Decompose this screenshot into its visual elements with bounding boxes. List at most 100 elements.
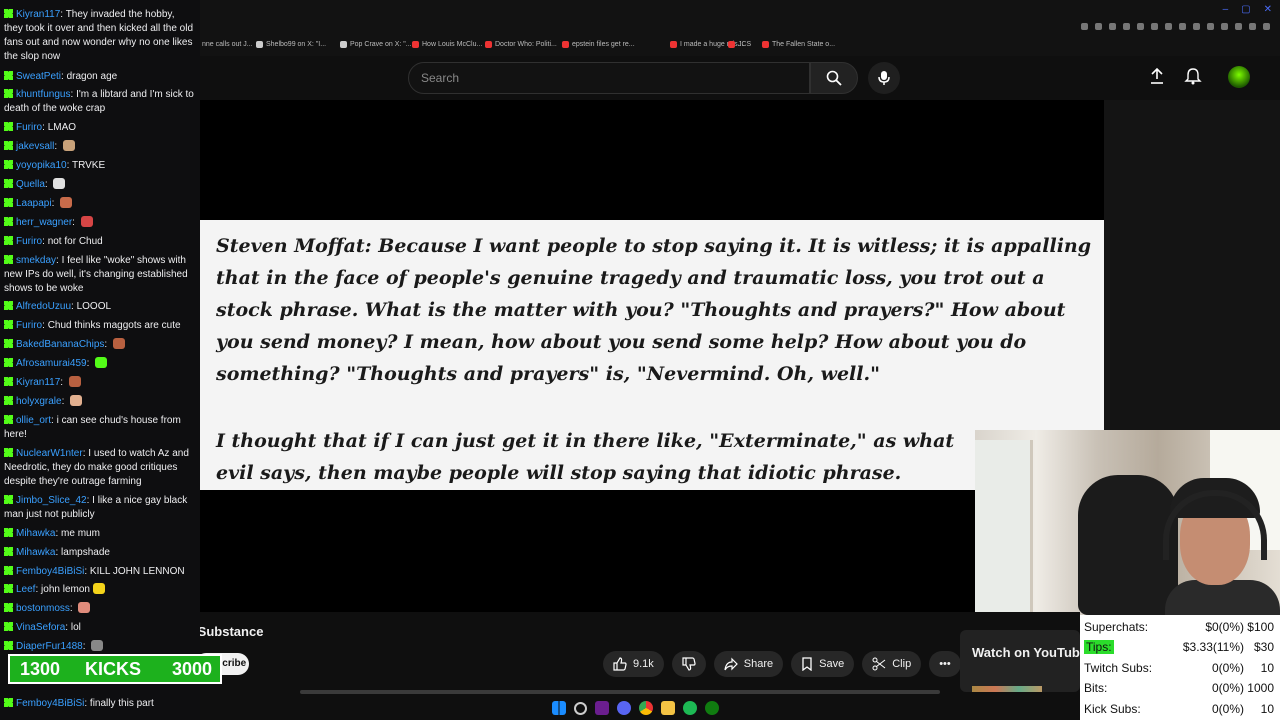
bookmark-item[interactable]: nne calls out J...	[192, 41, 253, 48]
save-button[interactable]: Save	[791, 651, 855, 677]
goal-target: 10	[1260, 661, 1274, 675]
chat-username[interactable]: Laapapi	[16, 198, 52, 209]
chat-username[interactable]: Mihawka	[16, 528, 55, 539]
chat-username[interactable]: NuclearW1nter	[16, 448, 83, 459]
search-placeholder: Search	[421, 71, 460, 85]
chat-message: Laapapi:	[4, 197, 196, 211]
emote-icon	[53, 178, 66, 189]
chat-username[interactable]: bostonmoss	[16, 603, 70, 614]
avatar[interactable]	[1228, 66, 1250, 88]
upload-icon	[1151, 67, 1163, 84]
search-button[interactable]	[810, 62, 858, 94]
horizontal-scrollbar[interactable]	[300, 690, 940, 694]
extension-icon[interactable]	[1207, 23, 1214, 30]
extension-icon[interactable]	[1179, 23, 1186, 30]
chrome-icon[interactable]	[639, 701, 653, 715]
share-button[interactable]: Share	[713, 651, 784, 677]
chat-username[interactable]: VinaSefora	[16, 622, 65, 633]
bookmark-item[interactable]: The Fallen State o...	[762, 41, 835, 48]
extension-icons	[1081, 23, 1270, 30]
video-player[interactable]: Steven Moffat: Because I want people to …	[200, 100, 1104, 612]
kick-badge-icon	[4, 377, 13, 386]
chat-username[interactable]: BakedBananaChips	[16, 339, 104, 350]
close-icon[interactable]: ✕	[1264, 4, 1272, 15]
watch-on-youtube-card[interactable]: Watch on YouTube	[960, 630, 1087, 692]
extension-icon[interactable]	[1263, 23, 1270, 30]
chat-username[interactable]: jakevsall	[16, 141, 54, 152]
chat-username[interactable]: Kiyran117	[16, 377, 60, 388]
goal-label: Superchats:	[1084, 620, 1149, 634]
kick-badge-icon	[4, 71, 13, 80]
chat-username[interactable]: Furiro	[16, 320, 42, 331]
media-app-icon[interactable]	[595, 701, 609, 715]
chat-username[interactable]: yoyopika10	[16, 160, 67, 171]
emote-icon	[60, 197, 73, 208]
chat-username[interactable]: Quella	[16, 179, 45, 190]
more-icon: •••	[939, 658, 951, 670]
chat-username[interactable]: Mihawka	[16, 547, 55, 558]
dislike-button[interactable]	[671, 651, 706, 677]
chat-username[interactable]: Furiro	[16, 122, 42, 133]
chat-text: KILL JOHN LENNON	[89, 566, 185, 577]
voice-search-button[interactable]	[868, 62, 900, 94]
chat-username[interactable]: Leef	[16, 584, 35, 595]
minimize-icon[interactable]: –	[1223, 4, 1229, 15]
chat-username[interactable]: Afrosamurai459	[16, 358, 87, 369]
chat-username[interactable]: Jimbo_Slice_42	[16, 495, 87, 506]
share-icon	[724, 657, 738, 671]
chat-username[interactable]: smekday	[16, 255, 56, 266]
chat-username[interactable]: AlfredoUzuu	[16, 301, 71, 312]
goal-label: Bits:	[1084, 681, 1108, 695]
create-button[interactable]	[1148, 67, 1166, 90]
chat-username[interactable]: holyxgrale	[16, 396, 62, 407]
goal-label: Tips:	[1084, 640, 1114, 654]
xbox-icon[interactable]	[705, 701, 719, 715]
chat-username[interactable]: Furiro	[16, 236, 42, 247]
chat-text: john lemon	[41, 584, 90, 595]
emote-icon	[95, 357, 108, 368]
extension-icon[interactable]	[1137, 23, 1144, 30]
chat-message: Furiro: Chud thinks maggots are cute	[4, 319, 196, 333]
shield-icon[interactable]	[1123, 23, 1130, 30]
extension-icon[interactable]	[1165, 23, 1172, 30]
extension-icon[interactable]	[1235, 23, 1242, 30]
discord-icon[interactable]	[617, 701, 631, 715]
extension-icon[interactable]	[1193, 23, 1200, 30]
chat-message: Femboy4BiBiSi: KILL JOHN LENNON	[4, 565, 196, 579]
bookmark-item[interactable]: JCS	[728, 41, 751, 48]
chat-message: Quella:	[4, 178, 196, 192]
play-icon[interactable]	[1151, 23, 1158, 30]
bookmark-item[interactable]: How Louis McClu...	[412, 41, 482, 48]
windows-start-icon[interactable]	[552, 701, 566, 715]
chat-username[interactable]: herr_wagner	[16, 217, 72, 228]
bookmark-item[interactable]: Doctor Who: Politi...	[485, 41, 557, 48]
more-actions-button[interactable]: •••	[929, 651, 961, 677]
search-icon[interactable]	[574, 701, 587, 715]
chat-username[interactable]: DiaperFur1488	[16, 641, 83, 652]
chat-username[interactable]: Femboy4BiBiSi	[16, 698, 84, 709]
notifications-button[interactable]	[1184, 67, 1202, 90]
chat-username[interactable]: Kiyran117	[16, 9, 60, 20]
chat-message: NuclearW1nter: I used to watch Az and Ne…	[4, 447, 196, 489]
bookmark-item[interactable]: Pop Crave on X: "...	[340, 41, 412, 48]
chat-username[interactable]: khuntfungus	[16, 89, 71, 100]
zoom-icon[interactable]	[1081, 23, 1088, 30]
extension-icon[interactable]	[1095, 23, 1102, 30]
bookmark-item[interactable]: epstein files get re...	[562, 41, 635, 48]
spotify-icon[interactable]	[683, 701, 697, 715]
chat-username[interactable]: SweatPeti	[16, 71, 61, 82]
folder-icon[interactable]	[661, 701, 675, 715]
extension-icon[interactable]	[1109, 23, 1116, 30]
extension-icon[interactable]	[1249, 23, 1256, 30]
video-actions: 9.1k Share Save Clip •••	[603, 651, 961, 677]
chat-username[interactable]: ollie_ort	[16, 415, 51, 426]
chat-username[interactable]: Femboy4BiBiSi	[16, 566, 84, 577]
clip-button[interactable]: Clip	[862, 651, 922, 677]
extension-icon[interactable]	[1221, 23, 1228, 30]
search-input[interactable]: Search	[408, 62, 810, 94]
browser-tab-strip: – ▢ ✕	[200, 0, 1280, 36]
donation-goals-panel: Superchats: $0(0%) $100 Tips: $3.33(11%) $30 T…	[1080, 615, 1280, 720]
bookmark-item[interactable]: Shelbo99 on X: "I...	[256, 41, 326, 48]
maximize-icon[interactable]: ▢	[1241, 4, 1250, 15]
like-button[interactable]: 9.1k	[603, 651, 664, 677]
